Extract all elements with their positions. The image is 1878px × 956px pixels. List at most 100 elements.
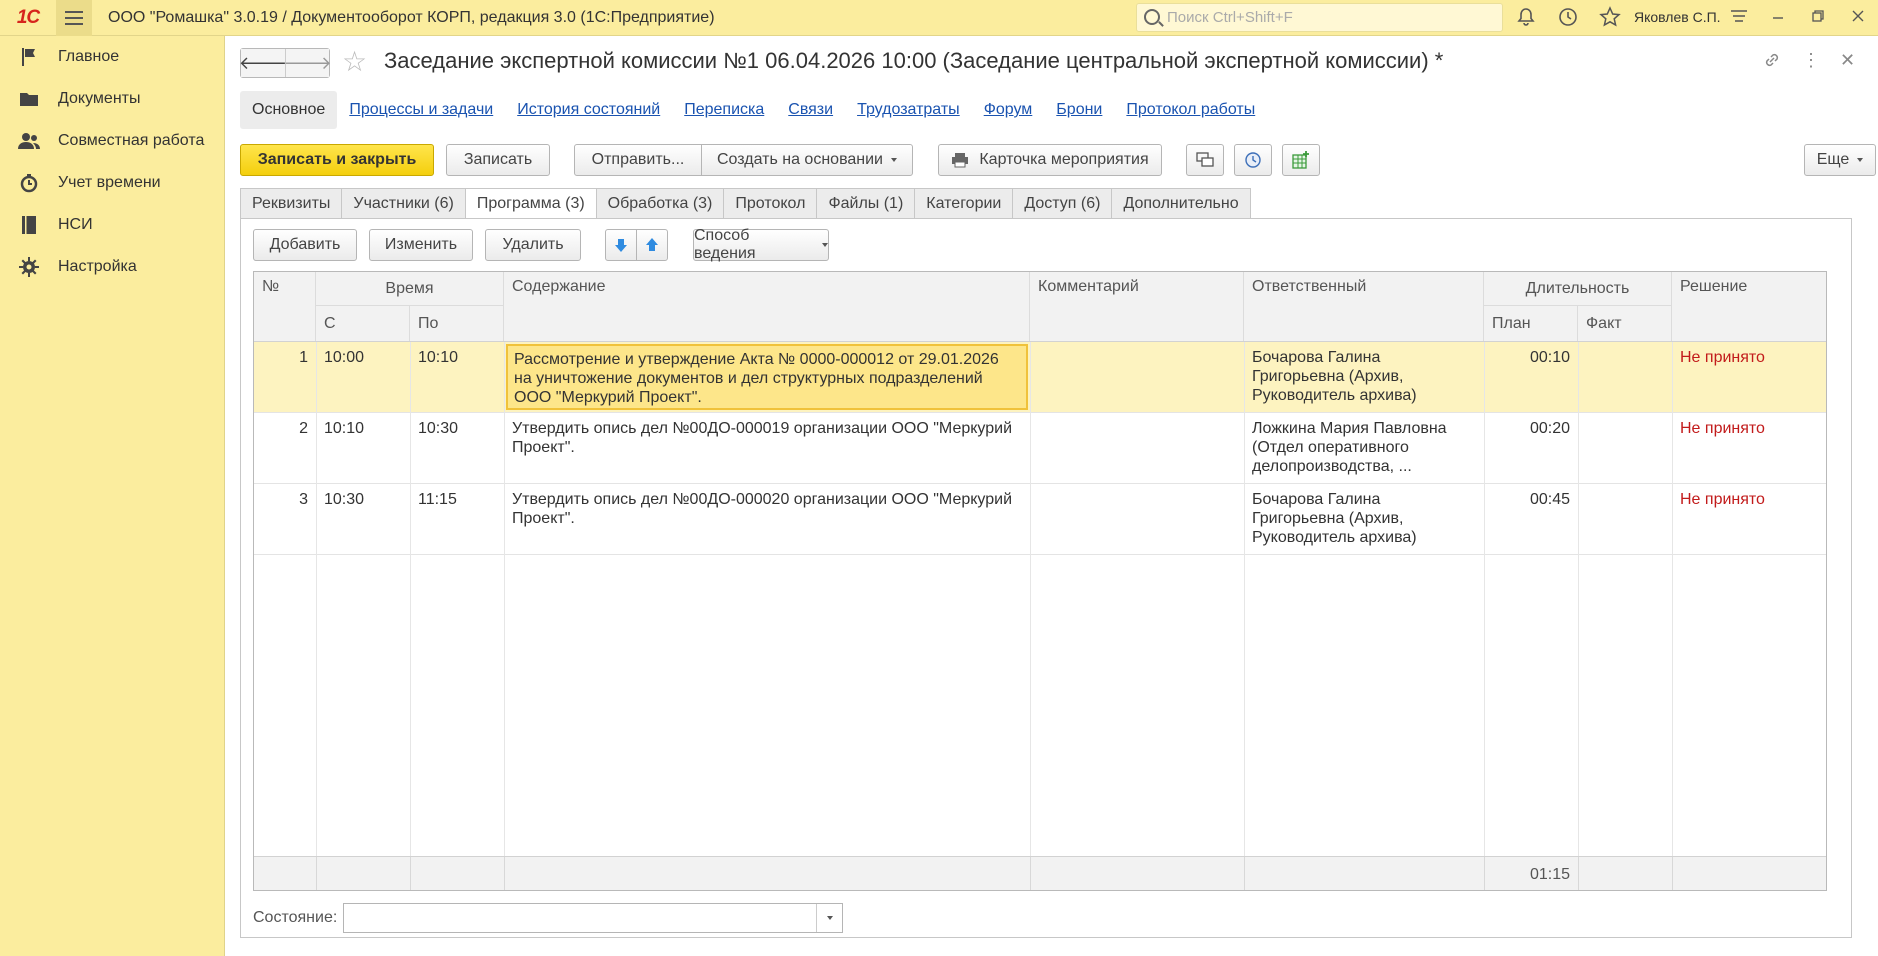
tab-strip: Реквизиты Участники (6) Программа (3) Об… bbox=[240, 188, 1251, 219]
comments-icon[interactable] bbox=[1186, 144, 1224, 176]
section-history[interactable]: История состояний bbox=[517, 101, 660, 119]
close-window-icon[interactable] bbox=[1846, 6, 1870, 30]
delete-button[interactable]: Удалить bbox=[485, 229, 581, 261]
program-tab-pane: Добавить Изменить Удалить Способ ведения… bbox=[240, 218, 1852, 938]
column-divider bbox=[1578, 857, 1579, 890]
add-button[interactable]: Добавить bbox=[253, 229, 357, 261]
settings-lines-icon[interactable] bbox=[1727, 6, 1751, 30]
table-footer: 01:15 bbox=[254, 856, 1826, 890]
header-from[interactable]: С bbox=[316, 306, 410, 341]
section-processes[interactable]: Процессы и задачи bbox=[349, 101, 493, 119]
link-icon[interactable] bbox=[1762, 50, 1782, 75]
edit-button[interactable]: Изменить bbox=[369, 229, 473, 261]
create-based-on-button[interactable]: Создать на основании bbox=[701, 144, 913, 176]
more-button[interactable]: Еще bbox=[1804, 144, 1876, 176]
cell-to: 10:10 bbox=[418, 349, 459, 366]
cell-responsible: Бочарова Галина Григорьевна (Архив, Руко… bbox=[1252, 491, 1417, 546]
favorite-star-icon[interactable]: ☆ bbox=[342, 46, 367, 78]
menu-icon[interactable] bbox=[56, 0, 92, 36]
section-forum[interactable]: Форум bbox=[984, 101, 1033, 119]
section-labor[interactable]: Трудозатраты bbox=[857, 101, 960, 119]
tab-program[interactable]: Программа (3) bbox=[464, 188, 596, 219]
star-icon[interactable] bbox=[1598, 6, 1622, 30]
cell-content: Утвердить опись дел №00ДО-000020 организ… bbox=[512, 491, 1013, 527]
header-comment[interactable]: Комментарий bbox=[1030, 272, 1244, 341]
sidebar-item-time-tracking[interactable]: Учет времени bbox=[0, 162, 224, 204]
tab-additional[interactable]: Дополнительно bbox=[1111, 188, 1251, 219]
clock-icon bbox=[18, 172, 40, 194]
add-spreadsheet-icon[interactable] bbox=[1282, 144, 1320, 176]
minimize-icon[interactable] bbox=[1766, 6, 1790, 30]
table-row[interactable]: 1 10:00 10:10 Рассмотрение и утверждение… bbox=[254, 342, 1826, 413]
cell-plan: 00:10 bbox=[1529, 349, 1570, 366]
header-responsible[interactable]: Ответственный bbox=[1244, 272, 1484, 341]
state-input[interactable] bbox=[343, 903, 844, 933]
section-nav: Основное Процессы и задачи История состо… bbox=[240, 90, 1267, 130]
tab-categories[interactable]: Категории bbox=[914, 188, 1013, 219]
table-row[interactable]: 3 10:30 11:15 Утвердить опись дел №00ДО-… bbox=[254, 484, 1826, 555]
cell-comment bbox=[1030, 413, 1244, 425]
tab-access[interactable]: Доступ (6) bbox=[1012, 188, 1112, 219]
search-input[interactable]: Поиск Ctrl+Shift+F bbox=[1136, 3, 1503, 32]
cell-from: 10:30 bbox=[324, 491, 365, 508]
section-reservations[interactable]: Брони bbox=[1056, 101, 1102, 119]
header-content[interactable]: Содержание bbox=[504, 272, 1030, 341]
main-area: 🡐 🡒 ☆ Заседание экспертной комиссии №1 0… bbox=[226, 36, 1878, 956]
tab-files[interactable]: Файлы (1) bbox=[816, 188, 915, 219]
app-title: ООО "Ромашка" 3.0.19 / Документооборот К… bbox=[108, 8, 715, 26]
column-divider bbox=[1030, 342, 1031, 858]
column-divider bbox=[410, 342, 411, 858]
header-to[interactable]: По bbox=[410, 306, 504, 341]
column-divider bbox=[410, 857, 411, 890]
send-button[interactable]: Отправить... bbox=[574, 144, 702, 176]
tab-processing[interactable]: Обработка (3) bbox=[595, 188, 724, 219]
history-nav: 🡐 🡒 bbox=[239, 48, 332, 78]
history-icon[interactable] bbox=[1556, 6, 1580, 30]
cell-plan: 00:20 bbox=[1529, 420, 1570, 437]
sidebar-item-main[interactable]: Главное bbox=[0, 36, 224, 78]
column-divider bbox=[1244, 857, 1245, 890]
save-button[interactable]: Записать bbox=[446, 144, 550, 176]
header-decision[interactable]: Решение bbox=[1672, 272, 1826, 341]
table-row[interactable]: 2 10:10 10:30 Утвердить опись дел №00ДО-… bbox=[254, 413, 1826, 484]
event-card-button[interactable]: Карточка мероприятия bbox=[938, 144, 1162, 176]
sidebar-item-settings[interactable]: Настройка bbox=[0, 246, 224, 288]
forward-arrow-icon[interactable]: 🡒 bbox=[283, 49, 332, 77]
more-vertical-icon[interactable]: ⋮ bbox=[1802, 50, 1820, 71]
header-duration[interactable]: Длительность bbox=[1484, 272, 1672, 306]
column-divider bbox=[1672, 857, 1673, 890]
tab-protocol[interactable]: Протокол bbox=[723, 188, 817, 219]
header-num[interactable]: № bbox=[254, 272, 316, 341]
header-time[interactable]: Время bbox=[316, 272, 504, 306]
back-arrow-icon[interactable]: 🡐 bbox=[239, 49, 287, 77]
search-icon bbox=[1144, 9, 1160, 25]
restore-icon[interactable] bbox=[1806, 6, 1830, 30]
cell-responsible: Бочарова Галина Григорьевна (Архив, Руко… bbox=[1252, 349, 1417, 404]
header-fact[interactable]: Факт bbox=[1578, 306, 1672, 341]
chevron-down-icon[interactable] bbox=[816, 904, 842, 932]
cell-content: Утвердить опись дел №00ДО-000019 организ… bbox=[512, 420, 1013, 456]
close-icon[interactable]: ✕ bbox=[1840, 50, 1855, 71]
section-work-log[interactable]: Протокол работы bbox=[1126, 101, 1255, 119]
section-correspondence[interactable]: Переписка bbox=[684, 101, 764, 119]
column-divider bbox=[316, 342, 317, 858]
cell-content[interactable]: Рассмотрение и утверждение Акта № 0000-0… bbox=[506, 344, 1028, 410]
move-up-icon[interactable] bbox=[636, 229, 668, 261]
cell-num: 1 bbox=[299, 349, 308, 366]
sidebar-item-nsi[interactable]: НСИ bbox=[0, 204, 224, 246]
tab-participants[interactable]: Участники (6) bbox=[341, 188, 465, 219]
move-down-icon[interactable] bbox=[605, 229, 637, 261]
save-and-close-button[interactable]: Записать и закрыть bbox=[240, 144, 434, 176]
header-plan[interactable]: План bbox=[1484, 306, 1578, 341]
conduct-mode-button[interactable]: Способ ведения bbox=[693, 227, 829, 262]
section-main[interactable]: Основное bbox=[240, 91, 338, 129]
column-divider bbox=[316, 857, 317, 890]
schedule-icon[interactable] bbox=[1234, 144, 1272, 176]
sidebar-item-documents[interactable]: Документы bbox=[0, 78, 224, 120]
user-name[interactable]: Яковлев С.П. bbox=[1634, 9, 1721, 25]
tab-requisites[interactable]: Реквизиты bbox=[240, 188, 342, 219]
bell-icon[interactable] bbox=[1514, 6, 1538, 30]
sidebar-item-collaboration[interactable]: Совместная работа bbox=[0, 120, 224, 162]
section-links[interactable]: Связи bbox=[788, 101, 833, 119]
cell-decision: Не принято bbox=[1680, 491, 1765, 508]
